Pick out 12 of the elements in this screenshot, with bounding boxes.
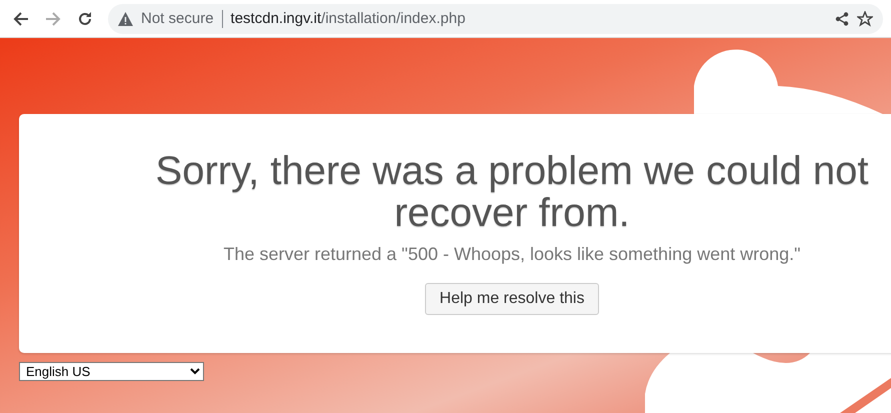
- language-select[interactable]: English US: [19, 362, 204, 381]
- security-label: Not secure: [141, 10, 214, 27]
- star-icon[interactable]: [857, 10, 873, 26]
- error-title: Sorry, there was a problem we could not recover from.: [154, 150, 870, 234]
- help-button[interactable]: Help me resolve this: [424, 283, 600, 315]
- warning-icon: [118, 12, 133, 26]
- share-icon[interactable]: [835, 12, 849, 26]
- url-text: testcdn.ingv.it/installation/index.php: [230, 10, 466, 27]
- error-message: The server returned a "500 - Whoops, looks like something went wrong.": [223, 244, 801, 265]
- reload-icon[interactable]: [77, 10, 93, 26]
- address-bar[interactable]: Not secure testcdn.ingv.it/installation/index.php: [108, 4, 883, 34]
- back-icon[interactable]: [13, 10, 29, 26]
